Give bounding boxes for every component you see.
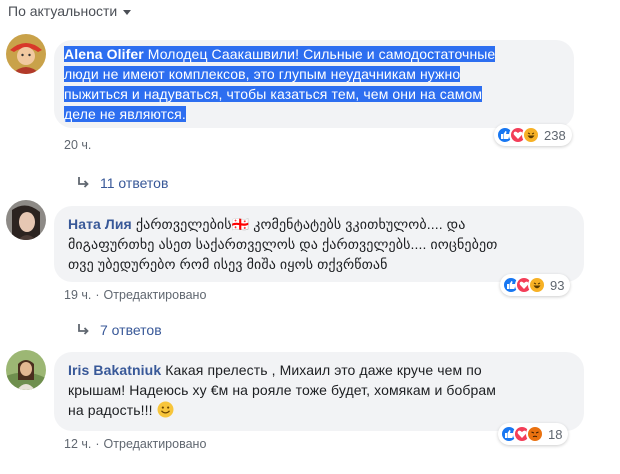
comment-bubble: Ната Лия ქართველების🇬🇪 კომენტატებს ვკითხ… <box>54 206 584 282</box>
view-replies-link[interactable]: 11 ответов <box>76 175 168 191</box>
comment-bubble: Alena Olifer Молодец Саакашвили! Сильные… <box>54 40 574 128</box>
reaction-summary[interactable]: 93 <box>500 274 571 296</box>
sort-label: По актуальности <box>8 3 118 19</box>
edited-label[interactable]: Отредактировано <box>104 288 207 302</box>
avatar[interactable] <box>6 350 46 390</box>
reaction-summary[interactable]: 238 <box>494 124 572 146</box>
reaction-count: 93 <box>550 277 565 293</box>
comment-bubble: Iris Bakatniuk Какая прелесть , Михаил э… <box>54 352 584 431</box>
replies-label: 7 ответов <box>100 322 162 338</box>
comment-meta: 20 ч. <box>64 138 91 152</box>
comment-author[interactable]: Iris Bakatniuk <box>68 362 161 378</box>
reply-arrow-icon <box>78 324 89 335</box>
comment-time[interactable]: 12 ч. <box>64 437 91 451</box>
caret-down-icon <box>123 9 132 15</box>
comment-meta: 19 ч. · Отредактировано <box>64 288 207 302</box>
haha-icon <box>522 126 540 144</box>
replies-label: 11 ответов <box>100 175 169 191</box>
reaction-count: 238 <box>544 127 566 143</box>
haha-icon <box>528 276 546 294</box>
comment-time[interactable]: 20 ч. <box>64 138 91 152</box>
comment-time[interactable]: 19 ч. <box>64 288 91 302</box>
angry-icon <box>526 425 544 443</box>
reaction-summary[interactable]: 18 <box>498 423 569 445</box>
avatar[interactable] <box>6 34 46 74</box>
comment-author[interactable]: Alena Olifer <box>64 46 144 62</box>
edited-label[interactable]: Отредактировано <box>104 437 207 451</box>
smile-emoji-icon <box>157 401 174 423</box>
comment-meta: 12 ч. · Отредактировано <box>64 437 207 451</box>
sort-dropdown[interactable]: По актуальности <box>8 3 132 19</box>
reaction-count: 18 <box>548 426 563 442</box>
view-replies-link[interactable]: 7 ответов <box>76 322 162 338</box>
comment-author[interactable]: Ната Лия <box>68 216 132 232</box>
avatar[interactable] <box>6 200 46 240</box>
reply-arrow-icon <box>78 177 89 188</box>
